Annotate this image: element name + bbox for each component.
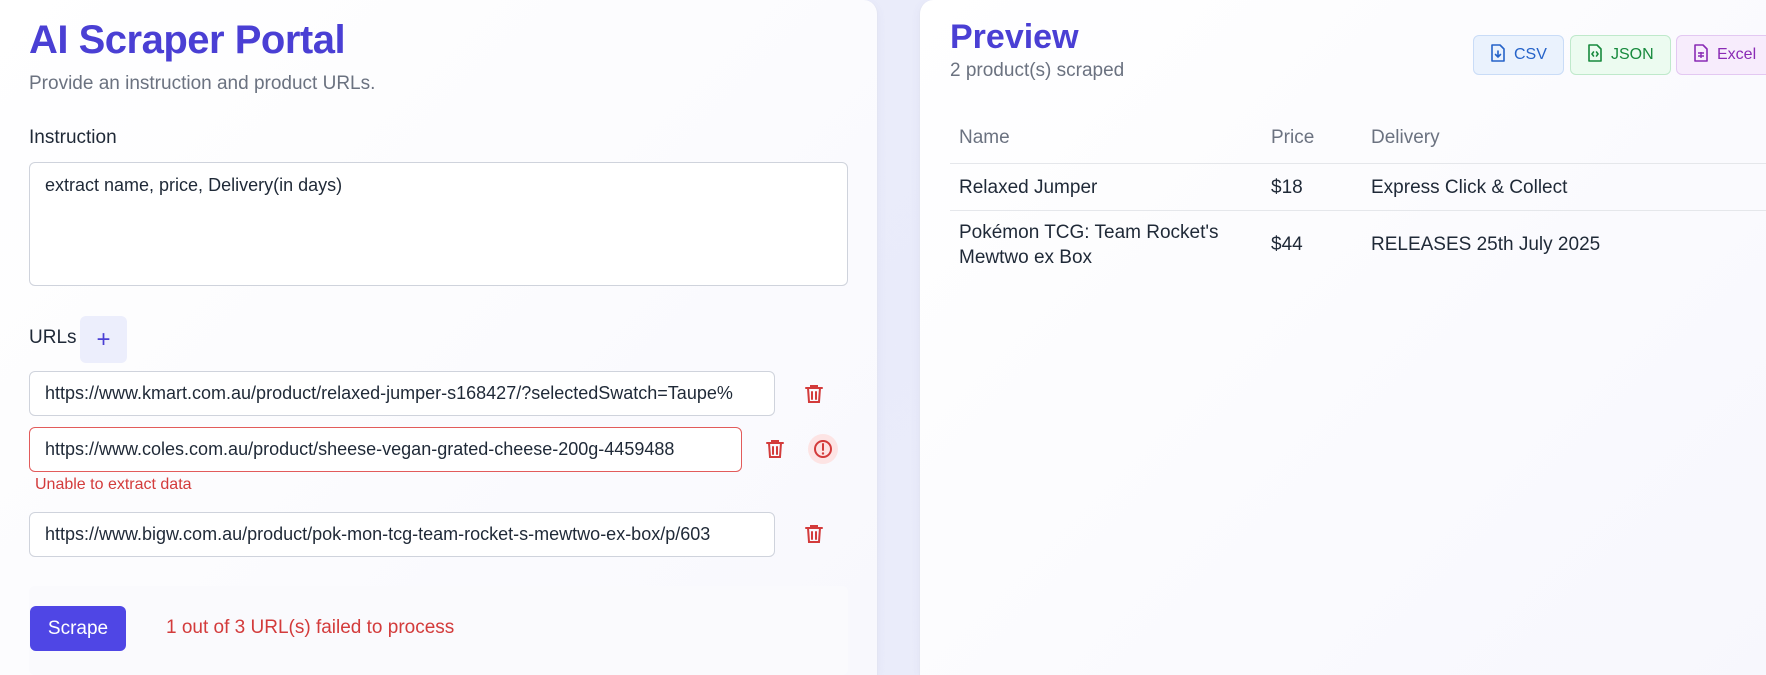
page-title: AI Scraper Portal (29, 18, 346, 62)
cell-name: Pokémon TCG: Team Rocket's Mewtwo ex Box (959, 222, 1219, 268)
file-code-icon (1587, 43, 1603, 67)
url-input-3[interactable]: https://www.bigw.com.au/product/pok-mon-… (29, 512, 775, 557)
cell-delivery: RELEASES 25th July 2025 (1371, 234, 1601, 255)
instruction-label: Instruction (29, 127, 117, 148)
status-message: 1 out of 3 URL(s) failed to process (166, 617, 455, 638)
page-subtitle: Provide an instruction and product URLs. (29, 73, 376, 94)
trash-icon[interactable] (803, 383, 825, 405)
scraper-form-panel (0, 0, 878, 675)
export-csv-button[interactable]: CSV (1473, 35, 1564, 75)
preview-count: 2 product(s) scraped (950, 60, 1125, 81)
url-error-message: Unable to extract data (35, 476, 192, 493)
add-url-button[interactable]: + (80, 316, 127, 363)
export-json-button[interactable]: JSON (1570, 35, 1671, 75)
scrape-button[interactable]: Scrape (30, 606, 126, 651)
column-header-delivery: Delivery (1371, 127, 1440, 148)
cell-name: Relaxed Jumper (959, 177, 1098, 198)
urls-label: URLs (29, 327, 77, 348)
export-excel-button[interactable]: Excel (1676, 35, 1766, 75)
url-input-1[interactable]: https://www.kmart.com.au/product/relaxed… (29, 371, 775, 416)
file-download-icon (1490, 43, 1506, 67)
trash-icon[interactable] (764, 438, 786, 460)
export-json-label: JSON (1611, 46, 1654, 63)
export-excel-label: Excel (1717, 46, 1757, 63)
file-spreadsheet-icon (1693, 43, 1709, 67)
cell-delivery: Express Click & Collect (1371, 177, 1568, 198)
error-alert-icon[interactable] (808, 434, 838, 464)
export-csv-label: CSV (1514, 46, 1547, 63)
cell-price: $18 (1271, 177, 1303, 198)
trash-icon[interactable] (803, 523, 825, 545)
column-header-price: Price (1271, 127, 1315, 148)
url-input-2[interactable]: https://www.coles.com.au/product/sheese-… (29, 427, 742, 472)
table-header-row: Name Price Delivery (950, 114, 1766, 164)
table-row: Relaxed Jumper $18 Express Click & Colle… (950, 164, 1766, 211)
instruction-textarea[interactable]: extract name, price, Delivery(in days) (29, 162, 848, 286)
preview-title: Preview (950, 18, 1079, 56)
table-row: Pokémon TCG: Team Rocket's Mewtwo ex Box… (950, 211, 1766, 281)
column-header-name: Name (959, 127, 1010, 148)
plus-icon: + (96, 325, 111, 353)
cell-price: $44 (1271, 234, 1303, 255)
preview-panel (919, 0, 1766, 675)
preview-table: Name Price Delivery Relaxed Jumper $18 E… (950, 114, 1766, 281)
